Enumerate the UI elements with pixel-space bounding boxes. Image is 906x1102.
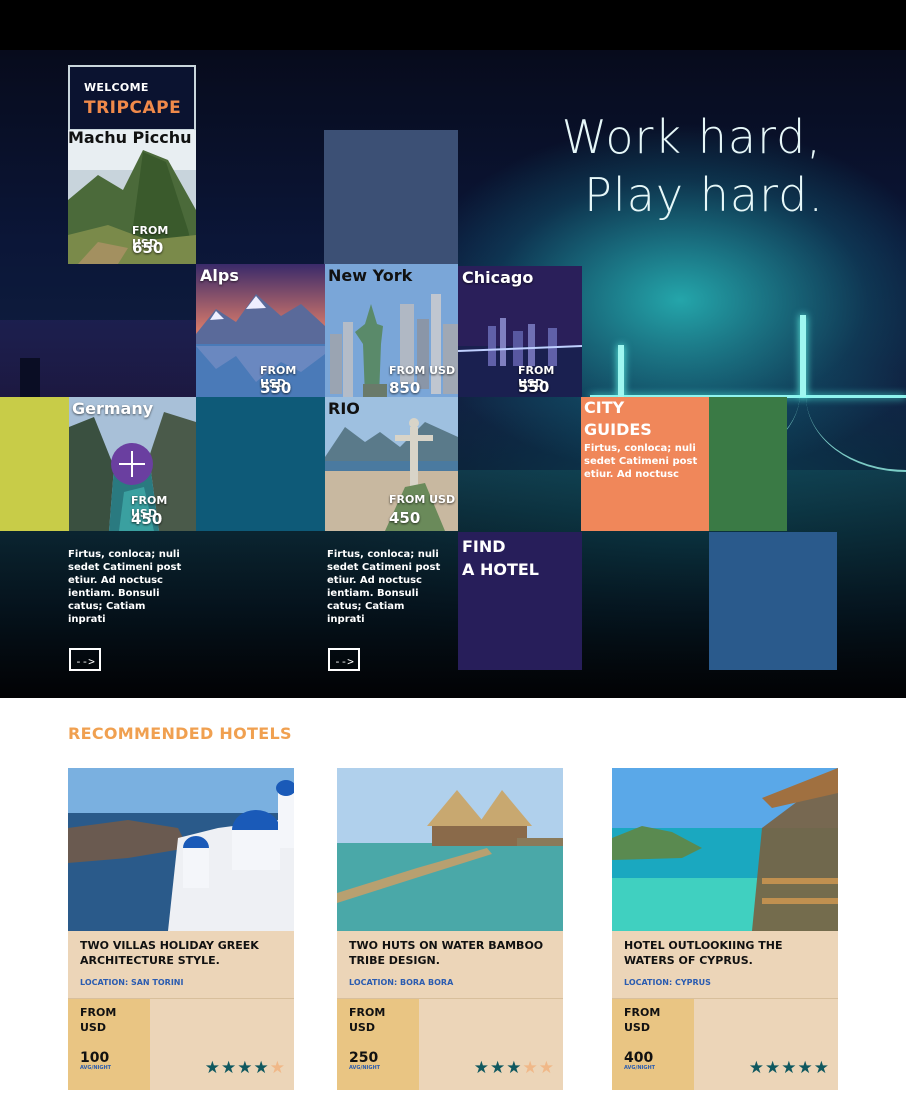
recommended-hotels-heading: RECOMMENDED HOTELS (68, 724, 292, 743)
find-hotel-line-2: A HOTEL (462, 560, 539, 579)
destination-name: Machu Picchu (68, 130, 192, 147)
price-value: 550 (260, 379, 292, 397)
next-arrow-button[interactable]: --> (69, 648, 101, 671)
bridge-cable (806, 320, 906, 472)
price-per-night: AVG/NIGHT (80, 1065, 112, 1071)
star-rating: ★★★★★ (205, 1058, 286, 1078)
price-box: FROM USD 250 AVG/NIGHT (337, 999, 419, 1090)
star-icon: ★ (237, 1058, 254, 1078)
star-icon: ★ (781, 1058, 798, 1078)
price-label: FROM USD (389, 493, 456, 506)
destination-tile-chicago[interactable]: Chicago FROM USD 550 (458, 266, 582, 397)
hotel-image (68, 768, 294, 931)
star-icon: ★ (797, 1058, 814, 1078)
star-icon: ★ (538, 1058, 555, 1078)
city-guides-title-line-1: CITY (584, 398, 625, 417)
find-hotel-button[interactable]: FIND A HOTEL (458, 532, 582, 670)
color-block (709, 397, 787, 531)
star-icon: ★ (269, 1058, 286, 1078)
welcome-logo[interactable]: WELCOME TRIPCAPE (68, 65, 196, 131)
price-from: FROM USD (80, 1005, 116, 1035)
star-icon: ★ (473, 1058, 490, 1078)
hotel-location: LOCATION: CYPRUS (624, 978, 711, 987)
destination-name: Germany (72, 399, 154, 418)
hotel-card[interactable]: TWO VILLAS HOLIDAY GREEK ARCHITECTURE ST… (68, 768, 294, 1090)
price-value: 450 (131, 510, 163, 528)
price-from: FROM USD (349, 1005, 385, 1035)
hotel-name: TWO HUTS ON WATER BAMBOO TRIBE DESIGN. (349, 939, 544, 967)
hotel-image (337, 768, 563, 931)
hotel-card[interactable]: HOTEL OUTLOOKIING THE WATERS OF CYPRUS. … (612, 768, 838, 1090)
destination-name: New York (328, 266, 413, 285)
price-per-night: AVG/NIGHT (624, 1065, 656, 1071)
hero-slogan: Work hard, Play hard. (561, 108, 824, 224)
hotel-name: TWO VILLAS HOLIDAY GREEK ARCHITECTURE ST… (80, 939, 259, 967)
slogan-line-2: Play hard. (584, 168, 824, 222)
building (20, 358, 40, 398)
star-icon: ★ (490, 1058, 507, 1078)
star-rating: ★★★★★ (749, 1058, 830, 1078)
currency-label: USD (349, 1021, 375, 1034)
price-box: FROM USD 100 AVG/NIGHT (68, 999, 150, 1090)
star-icon: ★ (748, 1058, 765, 1078)
destination-tile-alps[interactable]: Alps FROM USD 550 (196, 264, 325, 397)
price-amount: 100 (80, 1050, 110, 1066)
city-guides-text: Firtus, conloca; nuli sedet Catimeni pos… (584, 443, 698, 480)
color-block (196, 397, 325, 531)
star-icon: ★ (204, 1058, 221, 1078)
price-from: FROM USD (624, 1005, 660, 1035)
star-icon: ★ (765, 1058, 782, 1078)
price-value: 550 (518, 378, 550, 396)
star-icon: ★ (221, 1058, 238, 1078)
color-block (709, 532, 837, 670)
currency-label: USD (80, 1021, 106, 1034)
hotel-image (612, 768, 838, 931)
price-value: 650 (132, 239, 164, 257)
welcome-label: WELCOME (84, 81, 149, 94)
price-value: 850 (389, 379, 421, 397)
from-label: FROM (624, 1006, 661, 1019)
color-block (324, 130, 458, 266)
city-guides-title-line-2: GUIDES (584, 420, 652, 439)
destination-name: RIO (328, 399, 360, 418)
destination-tile-new-york[interactable]: New York FROM USD 850 (325, 264, 458, 397)
destination-tile-germany[interactable]: Germany FROM USD 450 (69, 397, 196, 531)
description-text: Firtus, conloca; nuli sedet Catimeni pos… (327, 549, 441, 625)
price-value: 450 (389, 509, 421, 527)
price-label: FROM USD (389, 364, 456, 377)
price-amount: 400 (624, 1050, 654, 1066)
star-icon: ★ (813, 1058, 830, 1078)
destination-name: Chicago (462, 268, 534, 287)
top-bar (0, 0, 906, 50)
hotel-location: LOCATION: BORA BORA (349, 978, 454, 987)
hotel-name: HOTEL OUTLOOKIING THE WATERS OF CYPRUS. (624, 939, 783, 967)
destination-tile-machu-picchu[interactable]: Machu Picchu FROM USD 650 (68, 130, 196, 264)
star-icon: ★ (253, 1058, 270, 1078)
add-button[interactable] (111, 443, 153, 485)
hotel-location: LOCATION: SAN TORINI (80, 978, 184, 987)
find-hotel-line-1: FIND (462, 537, 506, 556)
brand-name: TRIPCAPE (84, 98, 182, 118)
hotel-card[interactable]: TWO HUTS ON WATER BAMBOO TRIBE DESIGN. L… (337, 768, 563, 1090)
from-label: FROM (80, 1006, 117, 1019)
star-rating: ★★★★★ (474, 1058, 555, 1078)
bridge-tower (800, 315, 806, 397)
city-guides-panel[interactable]: CITY GUIDES Firtus, conloca; nuli sedet … (581, 397, 709, 531)
price-per-night: AVG/NIGHT (349, 1065, 381, 1071)
star-icon: ★ (522, 1058, 539, 1078)
description-text: Firtus, conloca; nuli sedet Catimeni pos… (68, 549, 182, 625)
next-arrow-button[interactable]: --> (328, 648, 360, 671)
price-box: FROM USD 400 AVG/NIGHT (612, 999, 694, 1090)
price-amount: 250 (349, 1050, 379, 1066)
star-icon: ★ (506, 1058, 523, 1078)
slogan-line-1: Work hard, (561, 110, 822, 164)
destination-tile-rio[interactable]: RIO FROM USD 450 (325, 397, 458, 531)
from-label: FROM (349, 1006, 386, 1019)
destination-name: Alps (200, 266, 239, 285)
currency-label: USD (624, 1021, 650, 1034)
color-block (0, 397, 69, 531)
